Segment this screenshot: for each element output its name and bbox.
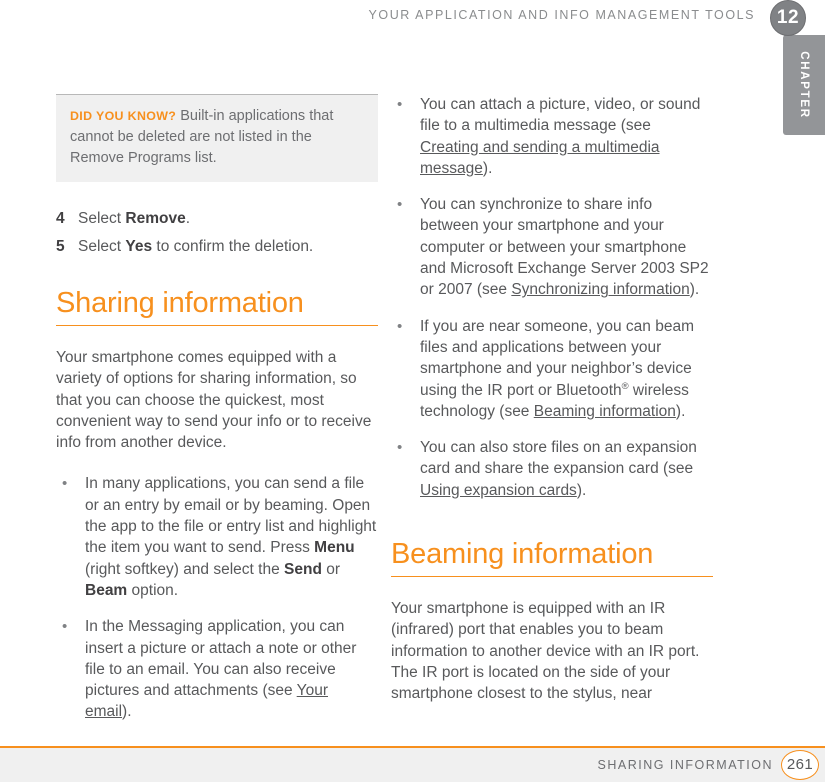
list-item: • You can attach a picture, video, or sou… <box>391 94 713 179</box>
right-column: • You can attach a picture, video, or sou… <box>391 94 713 705</box>
list-item: • In the Messaging application, you can i… <box>56 616 378 722</box>
step-number: 4 <box>56 210 65 227</box>
sharing-intro-paragraph: Your smartphone comes equipped with a va… <box>56 349 372 452</box>
bullet-icon: • <box>397 196 403 214</box>
step-bold-term: Remove <box>125 210 186 227</box>
chapter-tab: CHAPTER <box>783 35 825 135</box>
bullet-text-segment: option. <box>127 581 179 599</box>
step-suffix: to confirm the deletion. <box>152 238 314 255</box>
list-item: • In many applications, you can send a fi… <box>56 473 378 601</box>
section-heading-beaming: Beaming information <box>391 537 713 578</box>
bullet-text-segment: ). <box>482 159 493 177</box>
numbered-steps: 4 Select Remove. 5 Select Yes to confirm… <box>56 208 378 257</box>
page-number-badge: 261 <box>781 750 819 780</box>
bullet-text-segment: You can attach a picture, video, or soun… <box>420 96 701 135</box>
bullet-text-segment: ). <box>675 402 686 420</box>
bullet-text-segment: or <box>321 560 341 578</box>
cross-reference-link[interactable]: Synchronizing information <box>511 281 689 298</box>
step-suffix: . <box>185 210 191 227</box>
cross-reference-link[interactable]: Using expansion cards <box>420 482 577 499</box>
bullet-bold-term: Send <box>284 560 322 578</box>
step-text: Select Yes to confirm the deletion. <box>78 236 378 257</box>
chapter-number-badge: 12 <box>770 0 806 36</box>
chapter-tab-label: CHAPTER <box>798 51 810 119</box>
step-row: 5 Select Yes to confirm the deletion. <box>56 236 378 257</box>
running-head-title: YOUR APPLICATION AND INFO MANAGEMENT TOO… <box>368 8 755 22</box>
cross-reference-link[interactable]: Creating and sending a multimedia messag… <box>420 139 660 177</box>
bullet-text-segment: ). <box>576 481 587 499</box>
step-number: 5 <box>56 238 65 255</box>
callout-kicker: DID YOU KNOW? <box>70 109 177 123</box>
bullet-bold-term: Beam <box>85 581 128 599</box>
bullet-icon: • <box>397 96 403 113</box>
footer-section-title: SHARING INFORMATION <box>597 758 773 772</box>
registered-trademark-icon: ® <box>621 380 629 392</box>
list-item: • You can synchronize to share info betwe… <box>391 194 713 300</box>
list-item: • You can also store files on an expansio… <box>391 437 713 501</box>
bullet-text-segment: (right softkey) and select the <box>85 560 285 578</box>
bullet-icon: • <box>62 618 68 636</box>
step-prefix: Select <box>78 210 126 227</box>
step-bold-term: Yes <box>125 238 153 255</box>
step-prefix: Select <box>78 238 126 255</box>
cross-reference-link[interactable]: Beaming information <box>534 403 676 420</box>
list-item: • If you are near someone, you can beam f… <box>391 316 713 422</box>
left-column: DID YOU KNOW? Built-in applications that… <box>56 94 378 723</box>
callout-text: DID YOU KNOW? Built-in applications that… <box>70 106 364 169</box>
bullet-text-segment: ). <box>689 281 700 299</box>
section-heading-sharing: Sharing information <box>56 286 378 326</box>
sharing-bullet-list-continued: • You can attach a picture, video, or sou… <box>391 94 713 501</box>
step-text: Select Remove. <box>78 208 378 229</box>
running-head: YOUR APPLICATION AND INFO MANAGEMENT TOO… <box>0 0 825 36</box>
bullet-text-segment: You can also store files on an expansion… <box>420 439 697 478</box>
bullet-text-segment: ). <box>122 703 132 721</box>
step-row: 4 Select Remove. <box>56 208 378 229</box>
bullet-icon: • <box>62 475 68 493</box>
sharing-bullet-list: • In many applications, you can send a fi… <box>56 473 378 722</box>
did-you-know-callout: DID YOU KNOW? Built-in applications that… <box>56 94 378 182</box>
bullet-icon: • <box>397 317 403 335</box>
beaming-intro-paragraph: Your smartphone is equipped with an IR (… <box>391 600 700 703</box>
bullet-bold-term: Menu <box>314 539 355 557</box>
bullet-icon: • <box>397 439 403 457</box>
